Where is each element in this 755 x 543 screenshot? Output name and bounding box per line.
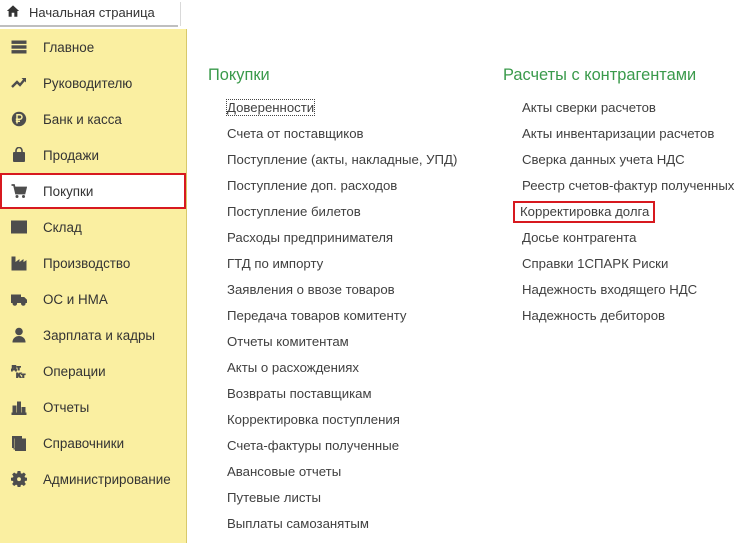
menu-icon xyxy=(10,38,28,56)
link-inventory-acts[interactable]: Акты инвентаризации расчетов xyxy=(522,126,714,141)
bar-chart-icon xyxy=(10,398,28,416)
tab-strip: Начальная страница xyxy=(0,0,187,29)
link-spark-risks[interactable]: Справки 1СПАРК Риски xyxy=(522,256,668,271)
truck-icon xyxy=(10,290,28,308)
sidebar-item-payroll[interactable]: Зарплата и кадры xyxy=(0,317,186,353)
link-self-employed-payments[interactable]: Выплаты самозанятым xyxy=(227,516,369,531)
sidebar-item-label: Продажи xyxy=(43,147,99,163)
sidebar-item-label: Руководителю xyxy=(43,75,133,91)
tab-divider xyxy=(180,2,181,26)
tab-home-label: Начальная страница xyxy=(29,5,155,20)
sidebar: Главное Руководителю Банк и касса Продаж… xyxy=(0,29,187,543)
sidebar-item-label: ОС и НМА xyxy=(43,291,108,307)
ruble-icon xyxy=(10,110,28,128)
link-entrepreneur-expenses[interactable]: Расходы предпринимателя xyxy=(227,230,393,245)
link-customs-declarations[interactable]: ГТД по импорту xyxy=(227,256,323,271)
cart-icon xyxy=(10,182,28,200)
sidebar-item-label: Производство xyxy=(43,255,131,271)
link-counterparty-dossier[interactable]: Досье контрагента xyxy=(522,230,636,245)
factory-icon xyxy=(10,254,28,272)
link-returns-to-suppliers[interactable]: Возвраты поставщикам xyxy=(227,386,372,401)
warehouse-icon xyxy=(10,218,28,236)
link-invoice-register[interactable]: Реестр счетов-фактур полученных xyxy=(522,178,734,193)
link-reconciliation-acts[interactable]: Акты сверки расчетов xyxy=(522,100,656,115)
sidebar-item-label: Администрирование xyxy=(43,471,171,487)
link-receipts[interactable]: Поступление (акты, накладные, УПД) xyxy=(227,152,457,167)
person-icon xyxy=(10,326,28,344)
link-reports-to-consignors[interactable]: Отчеты комитентам xyxy=(227,334,349,349)
sidebar-item-administration[interactable]: Администрирование xyxy=(0,461,186,497)
bag-icon xyxy=(10,146,28,164)
section-title-purchases: Покупки xyxy=(208,66,270,84)
link-ticket-receipts[interactable]: Поступление билетов xyxy=(227,204,361,219)
sidebar-item-label: Справочники xyxy=(43,435,125,451)
main-panel: Покупки Доверенности Счета от поставщико… xyxy=(187,0,755,543)
sidebar-item-purchases[interactable]: Покупки xyxy=(0,173,186,209)
link-received-invoices[interactable]: Счета-фактуры полученные xyxy=(227,438,399,453)
home-icon xyxy=(6,4,20,21)
link-receipt-adjustment[interactable]: Корректировка поступления xyxy=(227,412,400,427)
sidebar-item-manager[interactable]: Руководителю xyxy=(0,65,186,101)
sidebar-item-production[interactable]: Производство xyxy=(0,245,186,281)
sidebar-item-label: Склад xyxy=(43,219,82,235)
sidebar-item-label: Зарплата и кадры xyxy=(43,327,156,343)
sidebar-item-main[interactable]: Главное xyxy=(0,29,186,65)
link-vat-reconciliation[interactable]: Сверка данных учета НДС xyxy=(522,152,685,167)
link-advance-reports[interactable]: Авансовые отчеты xyxy=(227,464,341,479)
sidebar-item-label: Отчеты xyxy=(43,399,90,415)
link-debt-adjustment[interactable]: Корректировка долга xyxy=(513,201,656,223)
sidebar-item-fixed-assets[interactable]: ОС и НМА xyxy=(0,281,186,317)
section-title-settlements: Расчеты с контрагентами xyxy=(503,66,697,84)
sidebar-item-directories[interactable]: Справочники xyxy=(0,425,186,461)
sidebar-item-label: Банк и касса xyxy=(43,111,122,127)
sidebar-item-label: Операции xyxy=(43,363,106,379)
sidebar-item-label: Главное xyxy=(43,39,95,55)
link-additional-costs[interactable]: Поступление доп. расходов xyxy=(227,178,397,193)
link-waybills[interactable]: Путевые листы xyxy=(227,490,321,505)
link-transfer-to-consignor[interactable]: Передача товаров комитенту xyxy=(227,308,407,323)
sidebar-item-operations[interactable]: Дт Кт Операции xyxy=(0,353,186,389)
sidebar-item-sales[interactable]: Продажи xyxy=(0,137,186,173)
books-icon xyxy=(10,434,28,452)
trend-icon xyxy=(10,74,28,92)
dt-kt-icon: Дт Кт xyxy=(10,362,28,380)
gear-icon xyxy=(10,470,28,488)
link-power-of-attorney[interactable]: Доверенности xyxy=(225,99,316,116)
link-supplier-invoices[interactable]: Счета от поставщиков xyxy=(227,126,364,141)
tab-home[interactable]: Начальная страница xyxy=(0,0,178,27)
link-incoming-vat-reliability[interactable]: Надежность входящего НДС xyxy=(522,282,697,297)
kt-glyph: Кт xyxy=(16,372,25,380)
link-import-applications[interactable]: Заявления о ввозе товаров xyxy=(227,282,395,297)
sidebar-item-bank[interactable]: Банк и касса xyxy=(0,101,186,137)
sidebar-item-label: Покупки xyxy=(43,183,94,199)
sidebar-item-reports[interactable]: Отчеты xyxy=(0,389,186,425)
sidebar-item-warehouse[interactable]: Склад xyxy=(0,209,186,245)
link-discrepancy-acts[interactable]: Акты о расхождениях xyxy=(227,360,359,375)
link-debtor-reliability[interactable]: Надежность дебиторов xyxy=(522,308,665,323)
